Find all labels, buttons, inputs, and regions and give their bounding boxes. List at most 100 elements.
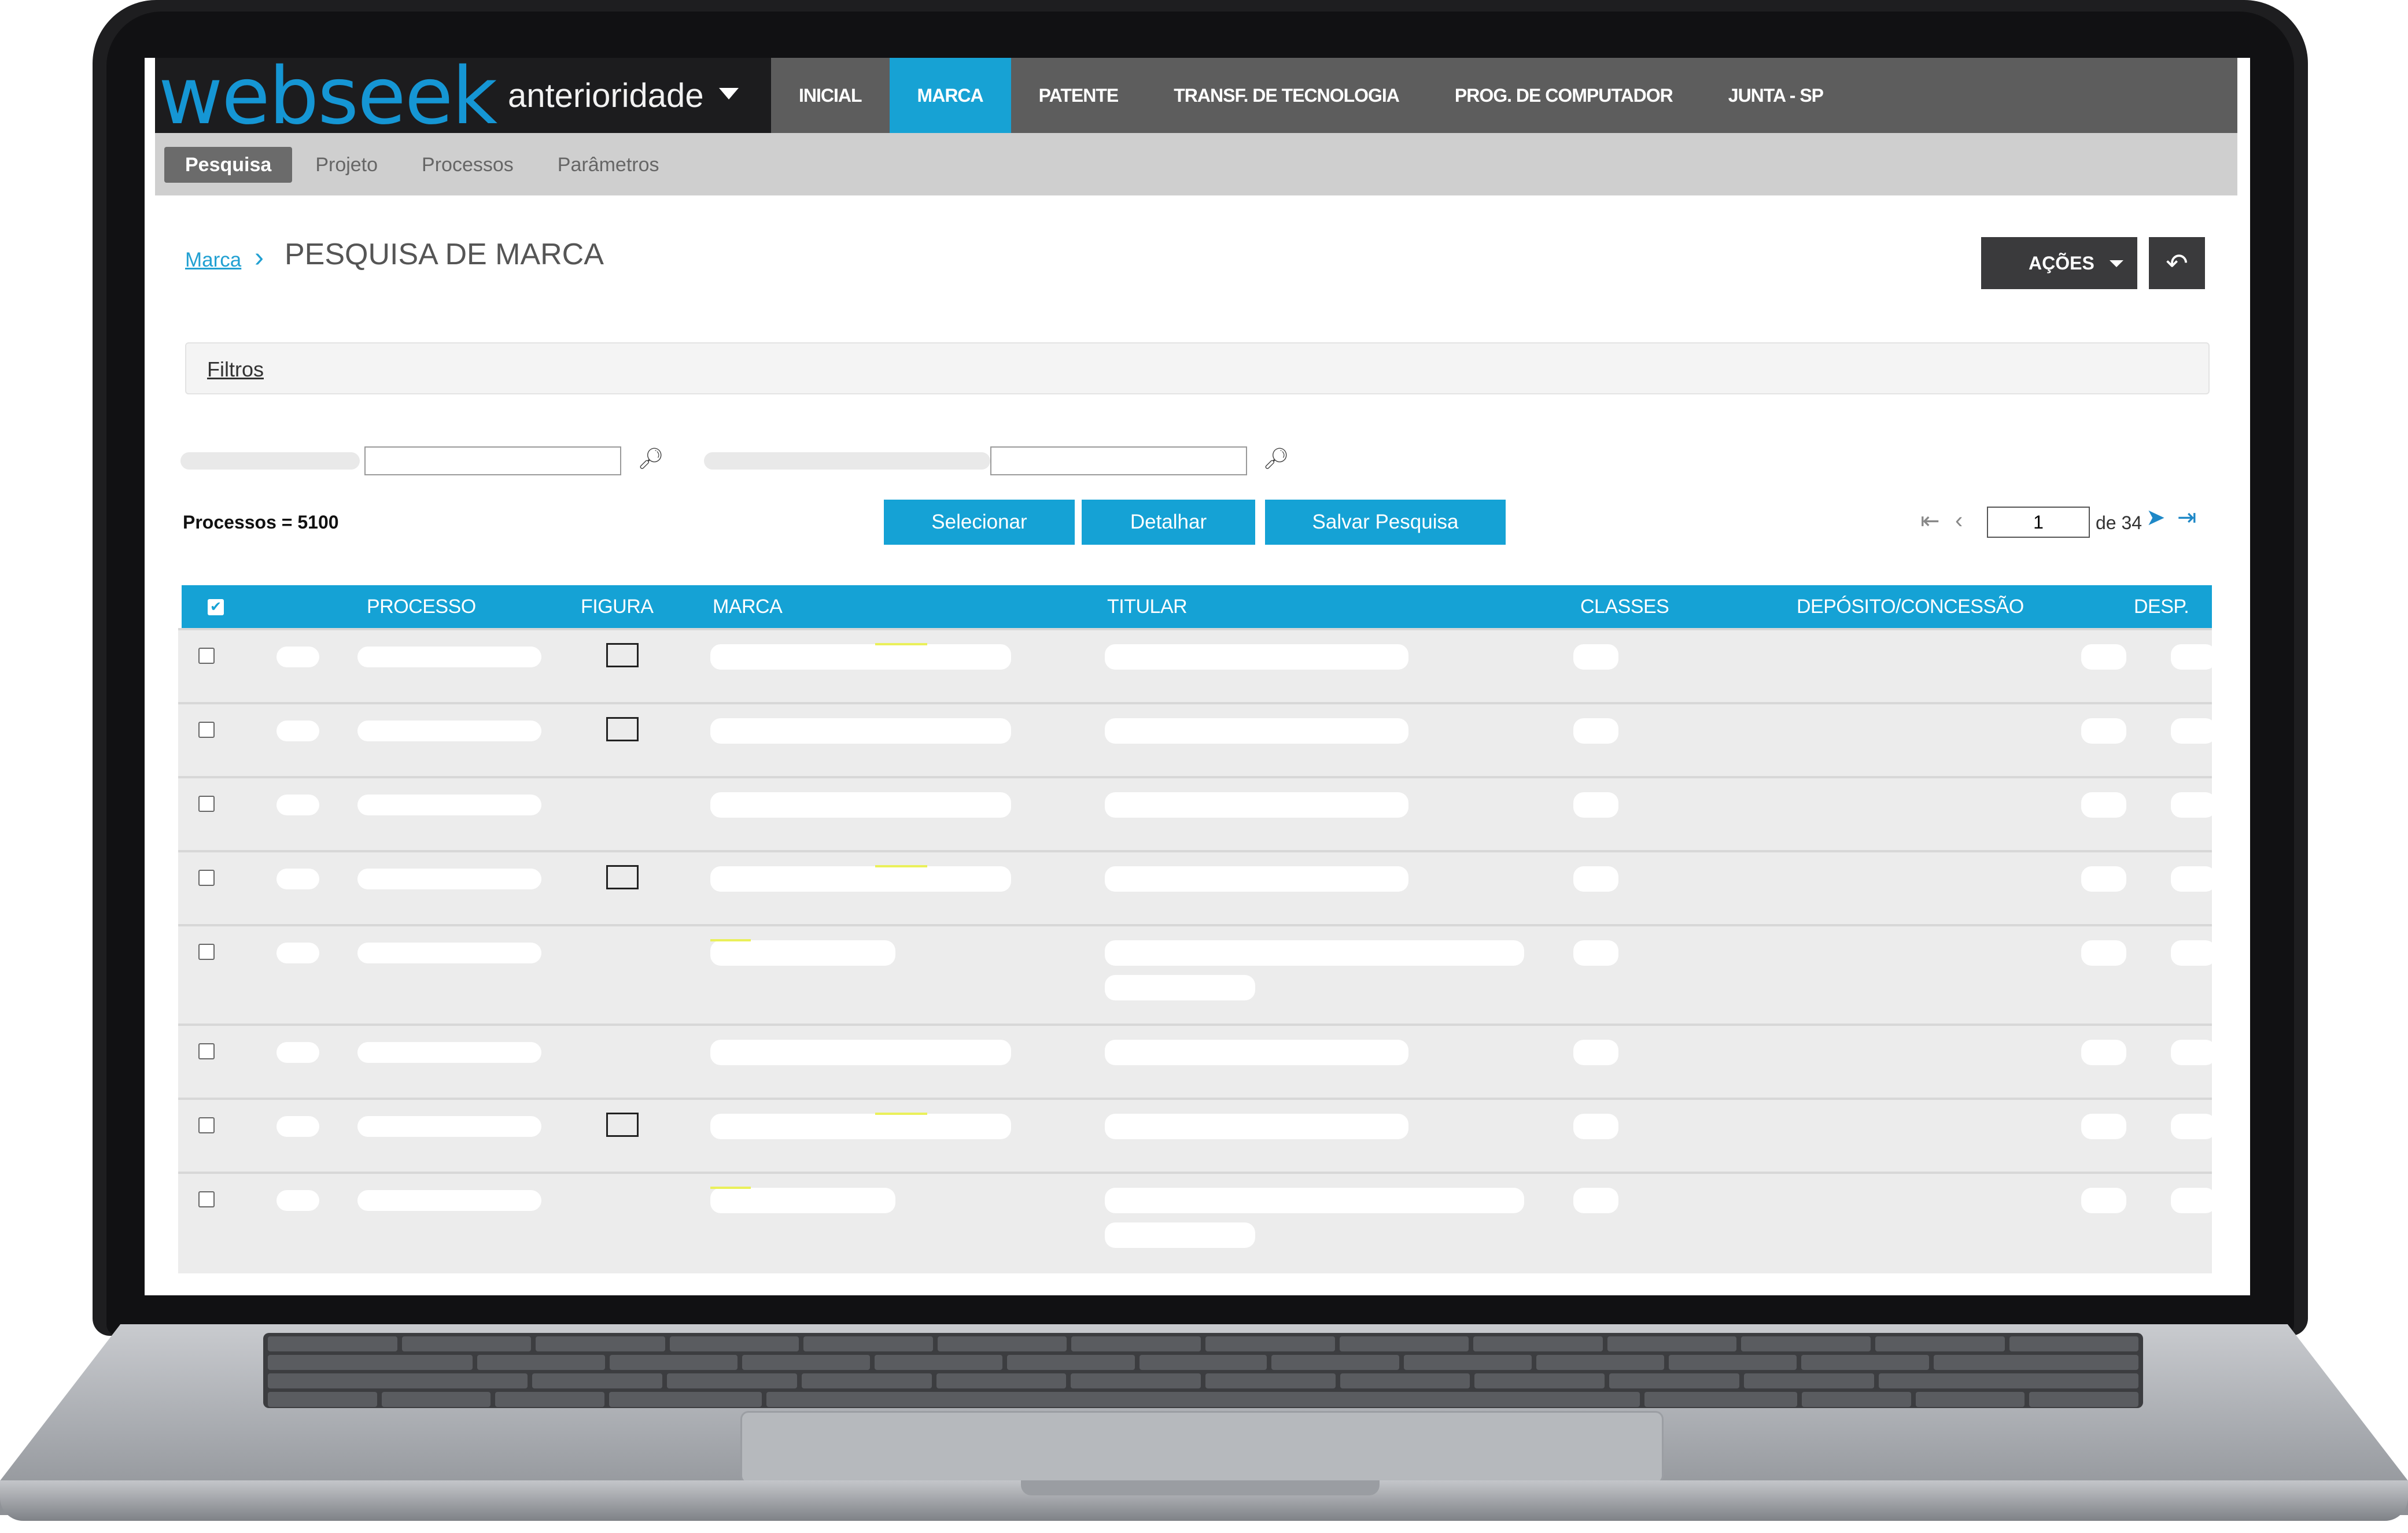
search-input-1[interactable] bbox=[364, 446, 621, 475]
deposito-cell bbox=[2081, 866, 2126, 892]
tab-processos[interactable]: Processos bbox=[401, 147, 534, 183]
titular-cell bbox=[1105, 644, 1408, 670]
first-page-icon[interactable]: ⇤ bbox=[1920, 508, 1940, 534]
row-cell bbox=[276, 1042, 319, 1063]
select-all-checkbox[interactable]: ✔ bbox=[208, 599, 224, 615]
acoes-label: AÇÕES bbox=[2029, 253, 2094, 274]
table-row[interactable] bbox=[178, 776, 2216, 852]
row-cell bbox=[276, 647, 319, 667]
desp-cell bbox=[2171, 644, 2216, 670]
marca-cell bbox=[710, 940, 895, 966]
classes-cell bbox=[1573, 1188, 1618, 1213]
row-checkbox[interactable] bbox=[198, 1117, 215, 1133]
titular-cell-line2 bbox=[1105, 1222, 1255, 1248]
main-nav: INICIAL MARCA PATENTE TRANSF. DE TECNOLO… bbox=[771, 58, 1851, 142]
deposito-cell bbox=[2081, 1040, 2126, 1065]
breadcrumb-marca-link[interactable]: Marca bbox=[185, 249, 241, 272]
classes-cell bbox=[1573, 866, 1618, 892]
col-processo[interactable]: PROCESSO bbox=[367, 596, 476, 618]
page-total: de 34 bbox=[2096, 512, 2143, 533]
back-button[interactable]: ↶ bbox=[2149, 237, 2205, 289]
titular-cell bbox=[1105, 940, 1524, 966]
magnifier-icon[interactable]: 🔎︎ bbox=[637, 446, 664, 471]
nav-junta-sp[interactable]: JUNTA - SP bbox=[1701, 58, 1851, 133]
row-checkbox[interactable] bbox=[198, 870, 215, 886]
titular-cell bbox=[1105, 1188, 1524, 1213]
processo-cell bbox=[357, 1116, 541, 1137]
laptop-keyboard bbox=[263, 1333, 2143, 1408]
processo-cell bbox=[357, 943, 541, 963]
desp-cell bbox=[2171, 718, 2216, 744]
detalhar-button[interactable]: Detalhar bbox=[1082, 500, 1255, 545]
classes-cell bbox=[1573, 1040, 1618, 1065]
marca-cell bbox=[710, 644, 1011, 670]
image-icon[interactable] bbox=[606, 865, 639, 889]
classes-cell bbox=[1573, 718, 1618, 744]
sub-navbar: Pesquisa Projeto Processos Parâmetros bbox=[155, 133, 2237, 195]
desp-cell bbox=[2171, 1188, 2216, 1213]
col-desp[interactable]: DESP. bbox=[2134, 596, 2189, 618]
row-checkbox[interactable] bbox=[198, 1043, 215, 1059]
row-checkbox[interactable] bbox=[198, 648, 215, 664]
next-page-icon[interactable]: ➤ bbox=[2146, 504, 2166, 531]
prev-page-icon[interactable]: ‹ bbox=[1955, 508, 1963, 534]
highlight-mark bbox=[710, 939, 751, 941]
row-checkbox[interactable] bbox=[198, 1191, 215, 1207]
filters-toggle[interactable]: Filtros bbox=[207, 357, 264, 382]
image-icon[interactable] bbox=[606, 717, 639, 741]
table-row[interactable] bbox=[178, 1024, 2216, 1100]
classes-cell bbox=[1573, 1114, 1618, 1139]
col-marca[interactable]: MARCA bbox=[713, 596, 783, 618]
titular-cell bbox=[1105, 718, 1408, 744]
row-checkbox[interactable] bbox=[198, 722, 215, 738]
table-row[interactable] bbox=[178, 628, 2216, 704]
processo-cell bbox=[357, 1042, 541, 1063]
nav-marca[interactable]: MARCA bbox=[889, 58, 1011, 142]
nav-transf-tecnologia[interactable]: TRANSF. DE TECNOLOGIA bbox=[1146, 58, 1427, 133]
caret-down-icon bbox=[2110, 260, 2123, 267]
highlight-mark bbox=[875, 865, 927, 867]
laptop-notch bbox=[1021, 1480, 1380, 1495]
selecionar-button[interactable]: Selecionar bbox=[884, 500, 1075, 545]
salvar-pesquisa-button[interactable]: Salvar Pesquisa bbox=[1265, 500, 1506, 545]
acoes-dropdown-button[interactable]: AÇÕES bbox=[1981, 237, 2137, 289]
nav-prog-computador[interactable]: PROG. DE COMPUTADOR bbox=[1427, 58, 1701, 133]
brand-menu[interactable]: webseek anterioridade bbox=[155, 58, 771, 142]
col-classes[interactable]: CLASSES bbox=[1580, 596, 1669, 618]
col-figura[interactable]: FIGURA bbox=[581, 596, 654, 618]
highlight-mark bbox=[875, 1113, 927, 1115]
highlight-mark bbox=[710, 1187, 751, 1189]
chevron-down-icon[interactable] bbox=[719, 88, 739, 99]
table-row[interactable] bbox=[178, 850, 2216, 926]
marca-cell bbox=[710, 1114, 1011, 1139]
col-deposito-concessao[interactable]: DEPÓSITO/CONCESSÃO bbox=[1797, 596, 2024, 618]
page-number-input[interactable]: 1 bbox=[1987, 507, 2090, 538]
tab-pesquisa[interactable]: Pesquisa bbox=[164, 147, 293, 183]
table-row[interactable] bbox=[178, 1098, 2216, 1174]
app-screen: webseek anterioridade INICIAL MARCA PATE… bbox=[145, 58, 2250, 1295]
col-titular[interactable]: TITULAR bbox=[1107, 596, 1188, 618]
row-cell bbox=[276, 721, 319, 741]
desp-cell bbox=[2171, 866, 2216, 892]
tab-projeto[interactable]: Projeto bbox=[294, 147, 399, 183]
nav-inicial[interactable]: INICIAL bbox=[771, 58, 890, 133]
tab-parametros[interactable]: Parâmetros bbox=[537, 147, 680, 183]
image-icon[interactable] bbox=[606, 1113, 639, 1137]
nav-patente[interactable]: PATENTE bbox=[1011, 58, 1146, 133]
table-row[interactable] bbox=[178, 702, 2216, 778]
table-row[interactable] bbox=[178, 924, 2216, 1026]
desp-cell bbox=[2171, 792, 2216, 818]
logo-subtitle: anterioridade bbox=[508, 77, 704, 114]
magnifier-icon[interactable]: 🔎︎ bbox=[1263, 446, 1289, 471]
row-checkbox[interactable] bbox=[198, 944, 215, 960]
table-row[interactable] bbox=[178, 1172, 2216, 1273]
image-icon[interactable] bbox=[606, 643, 639, 667]
page-title: PESQUISA DE MARCA bbox=[285, 238, 604, 271]
search-input-2[interactable] bbox=[990, 446, 1247, 475]
highlight-mark bbox=[875, 643, 927, 645]
titular-cell bbox=[1105, 1040, 1408, 1065]
filters-panel[interactable]: Filtros bbox=[185, 342, 2210, 394]
deposito-cell bbox=[2081, 940, 2126, 966]
row-checkbox[interactable] bbox=[198, 796, 215, 812]
last-page-icon[interactable]: ⇥ bbox=[2177, 504, 2197, 531]
